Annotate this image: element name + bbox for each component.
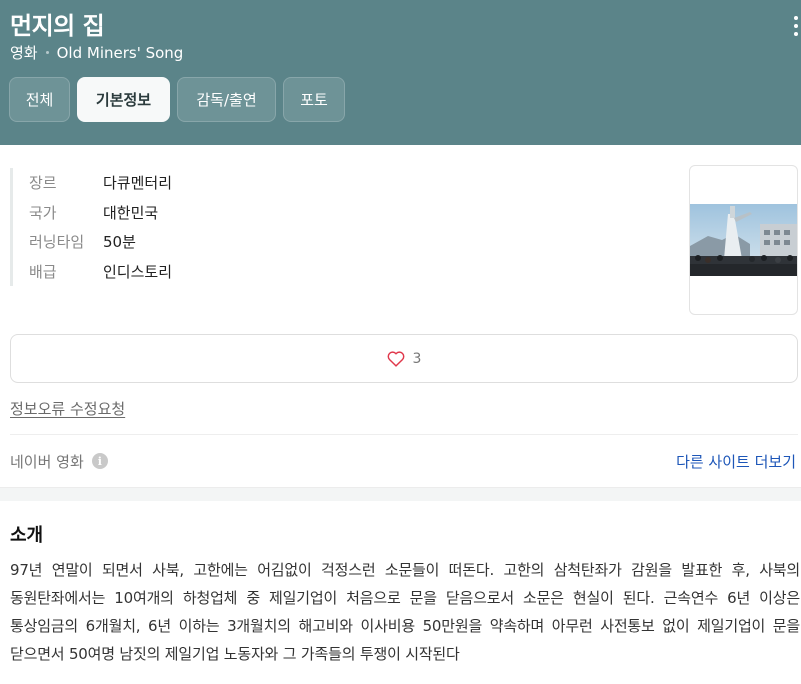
info-label: 장르 — [29, 174, 57, 193]
info-value: 인디스토리 — [103, 262, 173, 281]
info-icon[interactable]: i — [91, 453, 108, 469]
info-row-runtime: 러닝타임 50분 — [29, 227, 172, 257]
info-label: 국가 — [29, 203, 57, 222]
subtitle-line: 영화 Old Miners' Song — [10, 42, 183, 63]
info-label: 러닝타임 — [29, 233, 85, 252]
info-list: 장르 다큐멘터리 국가 대한민국 러닝타임 50분 배급 인디스토리 — [10, 168, 172, 286]
intro-text: 97년 연말이 되면서 사북, 고한에는 어김없이 걱정스런 소문들이 떠돈다.… — [10, 561, 800, 663]
heart-icon — [387, 350, 404, 367]
section-divider — [0, 487, 801, 501]
poster-thumbnail[interactable] — [689, 165, 798, 315]
more-options-icon[interactable] — [793, 16, 799, 36]
page-title: 먼지의 집 — [10, 12, 105, 40]
more-sites-link[interactable]: 다른 사이트 더보기 — [676, 451, 796, 472]
original-title: Old Miners' Song — [56, 43, 184, 62]
tab-photos[interactable]: 포토 — [283, 77, 345, 122]
intro-heading: 소개 — [10, 525, 44, 546]
category-label: 영화 — [10, 44, 38, 62]
like-count: 3 — [412, 350, 422, 367]
divider — [10, 434, 798, 435]
tab-basic-info[interactable]: 기본정보 — [77, 77, 170, 122]
tab-director-cast[interactable]: 감독/출연 — [177, 77, 276, 122]
source-row: 네이버 영화 i 다른 사이트 더보기 — [10, 450, 798, 472]
source-label: 네이버 영화 — [10, 452, 84, 471]
info-row-country: 국가 대한민국 — [29, 198, 172, 228]
info-row-genre: 장르 다큐멘터리 — [29, 168, 172, 198]
header: 먼지의 집 영화 Old Miners' Song 전체 기본정보 감독/출연 … — [0, 0, 801, 145]
like-button[interactable]: 3 — [10, 334, 798, 383]
tab-bar: 전체 기본정보 감독/출연 포토 — [9, 77, 352, 122]
info-value: 다큐멘터리 — [103, 174, 173, 193]
info-value: 50분 — [103, 233, 136, 252]
separator-dot — [45, 51, 49, 54]
tab-all[interactable]: 전체 — [9, 77, 70, 122]
info-row-distributor: 배급 인디스토리 — [29, 257, 172, 287]
info-label: 배급 — [29, 262, 57, 281]
report-error-link[interactable]: 정보오류 수정요청 — [10, 398, 125, 419]
info-value: 대한민국 — [103, 203, 159, 222]
poster-image — [690, 204, 797, 276]
